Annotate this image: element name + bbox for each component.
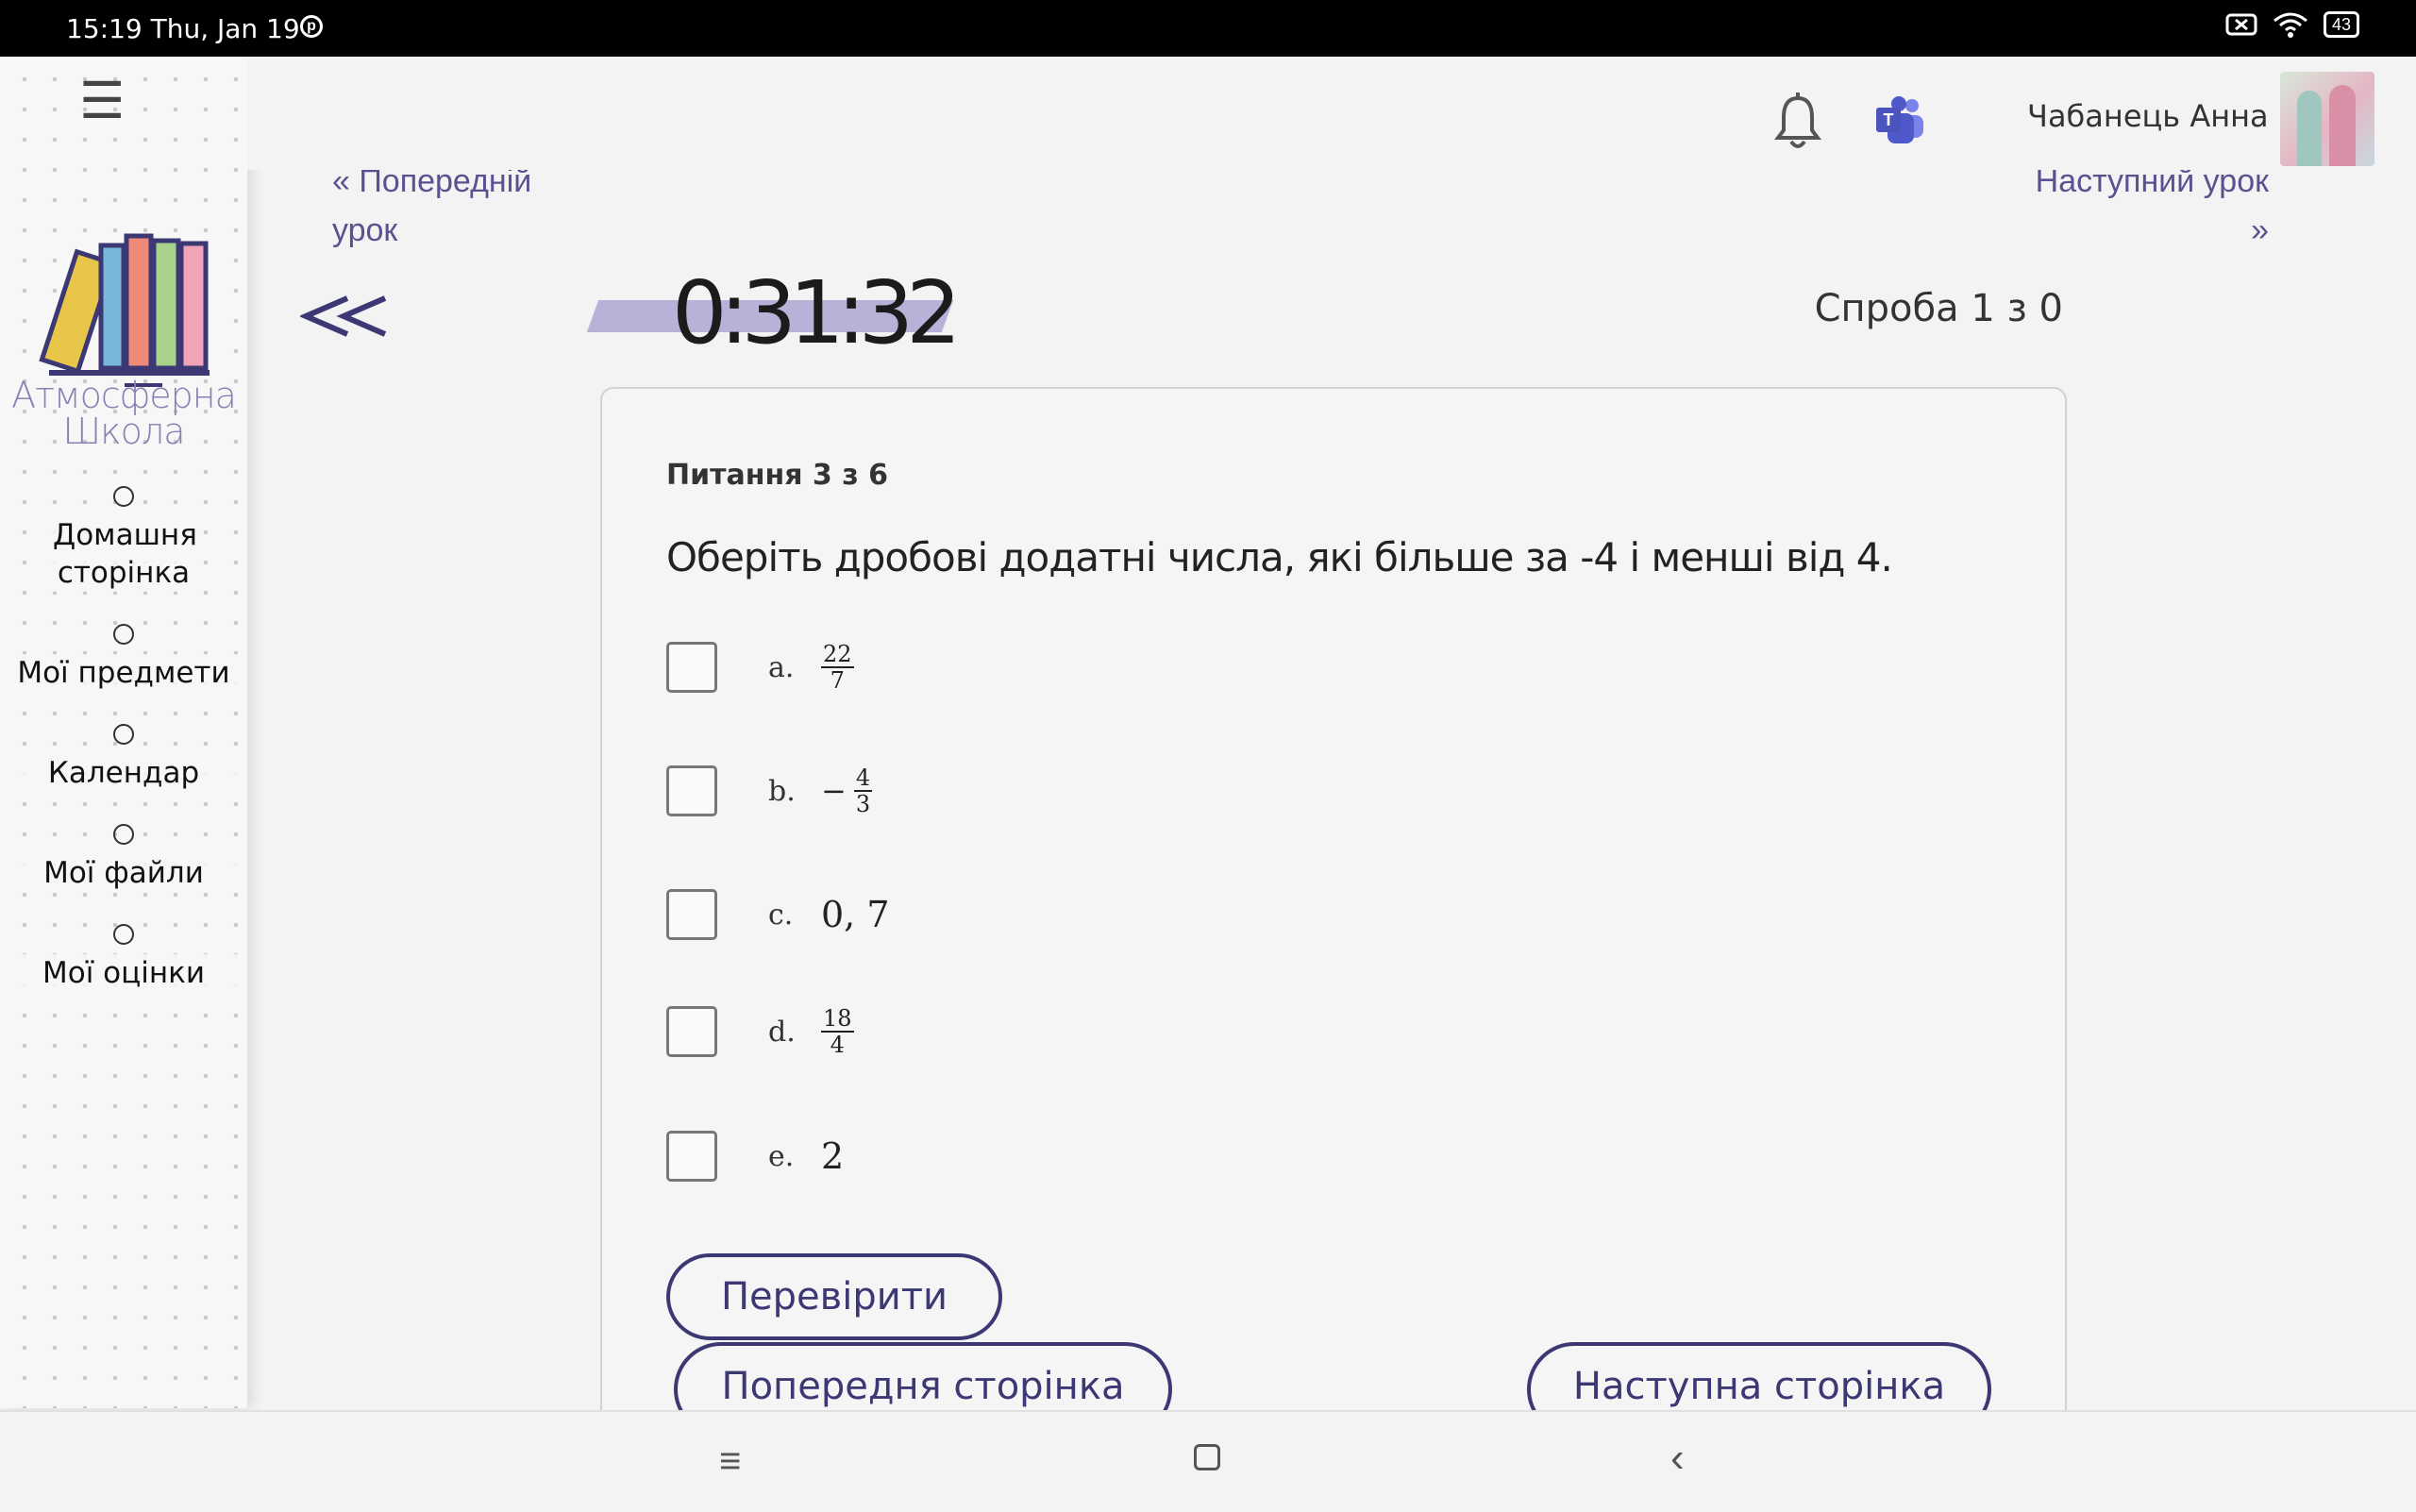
back-icon[interactable]: ‹	[1670, 1435, 1685, 1482]
sidebar-item-label: Мої оцінки	[0, 954, 247, 992]
sim-off-icon	[2225, 13, 2257, 36]
sidebar-item-subjects[interactable]: Мої предмети	[0, 624, 247, 692]
attempt-counter: Спроба 1 з 0	[1814, 287, 2063, 330]
school-logo-text: Атмосферна Школа	[0, 378, 247, 449]
option-letter: a.	[768, 650, 795, 684]
status-bar: 15:19 Thu, Jan 19 p 43	[0, 0, 2416, 57]
system-nav-bar: ≡ ‹	[0, 1410, 2416, 1512]
answer-checkbox[interactable]	[666, 889, 717, 940]
fraction-denominator: 3	[855, 791, 871, 817]
status-icons: 43	[2225, 11, 2359, 38]
answer-option-c[interactable]: c. 0, 7	[666, 886, 890, 943]
option-value: 0, 7	[821, 894, 890, 935]
sidebar-item-calendar[interactable]: Календар	[0, 724, 247, 792]
answer-option-d[interactable]: d. 18 4	[666, 1003, 854, 1060]
option-letter: e.	[768, 1139, 795, 1173]
option-value: 2	[821, 1135, 845, 1177]
bullet-icon	[113, 924, 134, 945]
fraction-numerator: 4	[853, 764, 873, 792]
sidebar-item-label: Мої предмети	[0, 654, 247, 692]
recent-apps-icon[interactable]: ≡	[719, 1440, 741, 1483]
logo-line-2: Школа	[62, 411, 186, 452]
battery-icon: 43	[2323, 11, 2359, 38]
quiz-timer: 0:31:32	[672, 262, 962, 363]
option-sign: −	[821, 773, 847, 809]
fraction-denominator: 7	[830, 667, 845, 694]
fraction-numerator: 22	[821, 641, 854, 668]
option-letter: c.	[768, 898, 794, 932]
sidebar-nav: Домашня сторінка Мої предмети Календар М…	[0, 486, 247, 1024]
prev-lesson-line-2: урок	[332, 212, 398, 248]
bullet-icon	[113, 486, 134, 507]
teams-icon[interactable]: T	[1874, 94, 1925, 145]
option-fraction: 18 4	[821, 1006, 854, 1057]
avatar[interactable]	[2280, 72, 2374, 166]
wifi-icon	[2273, 12, 2307, 38]
sidebar-item-files[interactable]: Мої файли	[0, 824, 247, 892]
next-lesson-link[interactable]: Наступний урок »	[2036, 157, 2269, 255]
check-button[interactable]: Перевірити	[666, 1253, 1002, 1340]
option-letter: d.	[768, 1015, 796, 1049]
question-text: Оберіть дробові додатні числа, які більш…	[666, 534, 1893, 580]
answer-checkbox[interactable]	[666, 765, 717, 816]
fraction-denominator: 4	[830, 1032, 845, 1058]
bullet-icon	[113, 724, 134, 745]
home-icon[interactable]	[1194, 1444, 1220, 1470]
back-arrows-icon[interactable]	[300, 293, 391, 340]
answer-checkbox[interactable]	[666, 642, 717, 693]
answer-checkbox[interactable]	[666, 1131, 717, 1182]
question-number: Питання 3 з 6	[666, 459, 888, 492]
next-lesson-line-2: »	[2251, 212, 2269, 248]
logo-line-1: Атмосферна	[11, 375, 237, 416]
sidebar-item-label: Домашня сторінка	[53, 516, 197, 592]
sidebar-item-grades[interactable]: Мої оцінки	[0, 924, 247, 992]
bullet-icon	[113, 624, 134, 645]
bullet-icon	[113, 824, 134, 845]
option-fraction: 4 3	[853, 764, 873, 817]
avatar-figure	[2297, 91, 2322, 166]
user-name[interactable]: Чабанець Анна	[2027, 98, 2269, 134]
option-fraction: 22 7	[821, 642, 854, 693]
avatar-figure	[2329, 85, 2356, 166]
answer-option-a[interactable]: a. 22 7	[666, 639, 854, 696]
bell-icon[interactable]	[1774, 92, 1821, 151]
sidebar-item-label: Календар	[0, 754, 247, 792]
sidebar-item-label: Мої файли	[0, 854, 247, 892]
svg-text:T: T	[1884, 110, 1894, 129]
fraction-numerator: 18	[821, 1005, 854, 1033]
answer-option-b[interactable]: b. − 4 3	[666, 763, 873, 819]
prev-lesson-link[interactable]: « Попередній урок	[332, 157, 531, 255]
pinterest-icon: p	[300, 15, 323, 38]
answer-checkbox[interactable]	[666, 1006, 717, 1057]
status-time: 15:19 Thu, Jan 19	[66, 13, 300, 44]
sidebar-item-home[interactable]: Домашня сторінка	[0, 486, 247, 592]
sidebar: ☰ Атмосферна Школа Домашня сторінка Мої …	[0, 57, 247, 1408]
option-letter: b.	[768, 774, 796, 808]
menu-icon[interactable]: ☰	[79, 76, 125, 126]
answer-option-e[interactable]: e. 2	[666, 1128, 844, 1184]
